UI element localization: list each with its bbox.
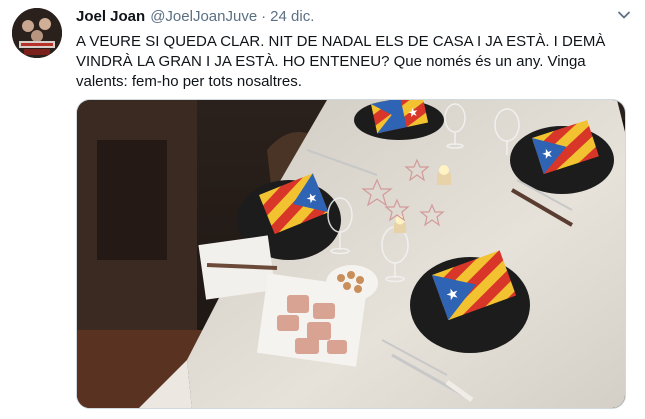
tweet-text: A VEURE SI QUEDA CLAR. NIT DE NADAL ELS … (76, 33, 606, 90)
separator: · (261, 8, 267, 25)
tweet-photo[interactable]: ★ ★ ★ ★ (76, 99, 626, 409)
tweet-header: Joel Joan @JoelJoanJuve · 24 dic. (76, 8, 314, 26)
author-name[interactable]: Joel Joan (76, 8, 145, 25)
more-options-button[interactable] (613, 4, 635, 26)
avatar[interactable] (12, 8, 62, 58)
tweet[interactable]: Joel Joan @JoelJoanJuve · 24 dic. A VEUR… (0, 0, 645, 419)
chevron-down-icon (618, 11, 630, 19)
author-handle[interactable]: @JoelJoanJuve (150, 8, 257, 25)
tweet-date[interactable]: 24 dic. (270, 8, 314, 25)
